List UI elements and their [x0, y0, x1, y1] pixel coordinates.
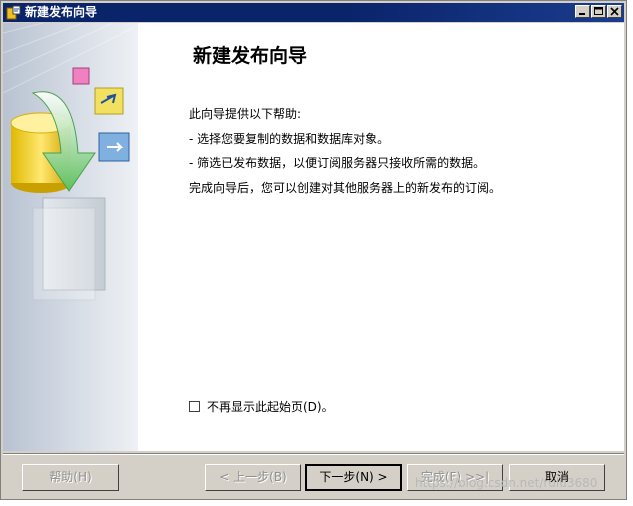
back-button[interactable]: < 上一步(B) — [205, 464, 301, 491]
title-bar[interactable]: 新建发布向导 — [3, 3, 624, 22]
wizard-content: 新建发布向导 此向导提供以下帮助: - 选择您要复制的数据和数据库对象。 - 筛… — [3, 23, 624, 451]
outro-text: 完成向导后，您可以创建对其他服务器上的新发布的订阅。 — [189, 180, 502, 195]
wizard-window: 新建发布向导 新建发布向导 此向导提供以下帮助: - 选择您要复制的数据和数据库… — [0, 0, 627, 500]
minimize-icon — [579, 13, 585, 15]
close-icon — [610, 7, 619, 16]
skip-start-page-checkbox[interactable] — [189, 400, 200, 412]
database-publish-illustration — [3, 23, 134, 301]
minimize-button[interactable] — [575, 5, 590, 18]
window-title: 新建发布向导 — [25, 5, 98, 19]
intro-text: 此向导提供以下帮助: — [189, 107, 302, 121]
maximize-icon — [594, 7, 603, 15]
button-separator — [3, 453, 624, 455]
help-button[interactable]: 帮助(H) — [22, 464, 119, 491]
page-title: 新建发布向导 — [193, 45, 308, 67]
skip-start-page-label[interactable]: 不再显示此起始页(D)。 — [207, 398, 334, 415]
next-button[interactable]: 下一步(N) > — [305, 464, 402, 491]
wizard-sidebar-graphic — [3, 23, 138, 451]
close-button[interactable] — [607, 5, 622, 18]
bullet-item: - 选择您要复制的数据和数据库对象。 — [189, 131, 390, 146]
bullet-item: - 筛选已发布数据，以便订阅服务器只接收所需的数据。 — [189, 156, 486, 170]
description: 此向导提供以下帮助: - 选择您要复制的数据和数据库对象。 - 筛选已发布数据，… — [189, 102, 501, 200]
app-icon — [6, 5, 21, 20]
watermark-text: https://blog.csdn.net/rulu3680 — [415, 476, 598, 490]
maximize-button[interactable] — [591, 5, 606, 18]
skip-start-page-option[interactable]: 不再显示此起始页(D)。 — [189, 398, 334, 414]
